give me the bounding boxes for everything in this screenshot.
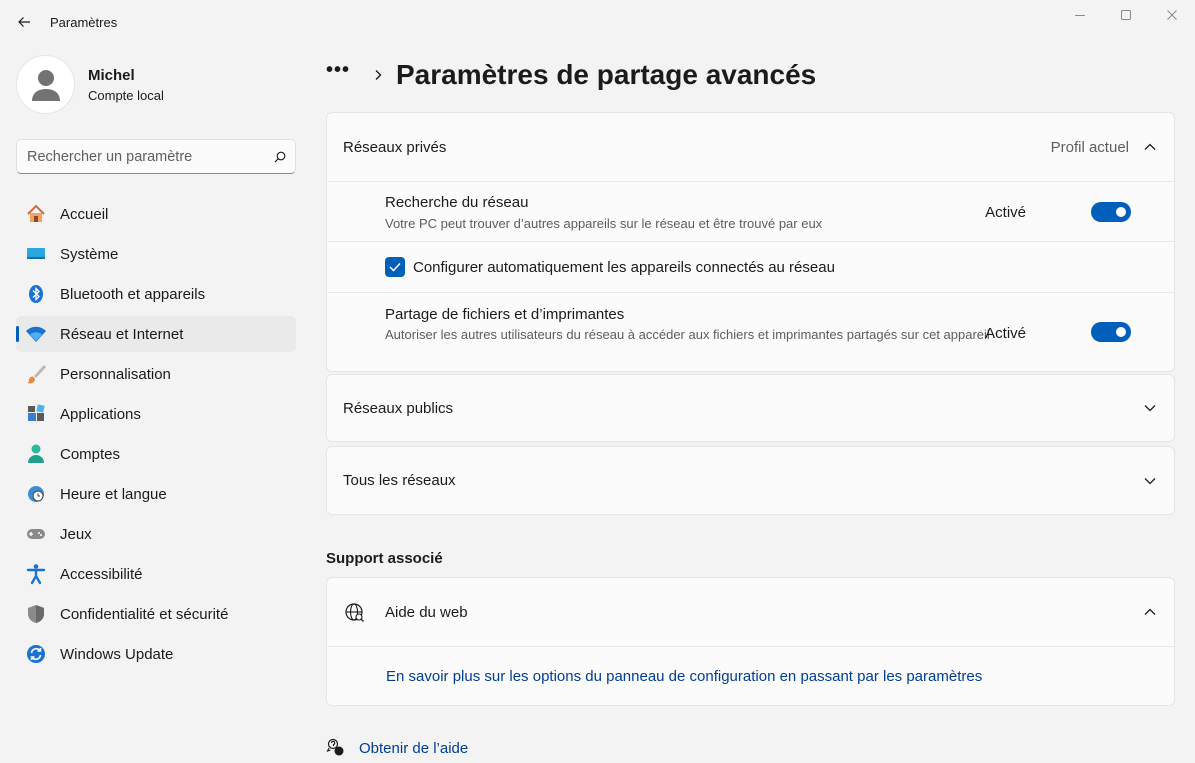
globe-icon <box>344 602 366 629</box>
auto-setup-row: Configurer automatiquement les appareils… <box>327 241 1174 292</box>
network-discovery-state: Activé <box>985 204 1026 221</box>
page-title: Paramètres de partage avancés <box>396 59 817 90</box>
sidebar-item-label: Confidentialité et sécurité <box>60 605 229 623</box>
sidebar-item-gaming[interactable]: Jeux <box>16 516 296 552</box>
file-sharing-description: Autoriser les autres utilisateurs du rés… <box>385 327 990 342</box>
private-networks-label: Réseaux privés <box>343 138 447 156</box>
avatar <box>16 55 75 114</box>
sidebar-item-label: Heure et langue <box>60 485 167 503</box>
breadcrumb: ••• Paramètres de partage avancés <box>326 56 816 94</box>
title-bar: Paramètres <box>0 0 1195 44</box>
more-button[interactable]: ••• <box>326 60 358 80</box>
network-discovery-row: Recherche du réseau Votre PC peut trouve… <box>327 181 1174 241</box>
web-help-header[interactable]: Aide du web <box>327 578 1174 646</box>
sidebar-item-label: Accessibilité <box>60 565 143 583</box>
minimize-icon <box>1075 15 1085 16</box>
shield-icon <box>25 603 47 625</box>
sidebar-item-label: Comptes <box>60 445 121 463</box>
sidebar-item-label: Bluetooth et appareils <box>60 285 206 303</box>
private-networks-header[interactable]: Réseaux privés Profil actuel <box>327 113 1174 181</box>
maximize-icon <box>1121 10 1131 20</box>
close-button[interactable] <box>1149 0 1195 30</box>
chevron-down-icon[interactable] <box>1142 473 1158 489</box>
sidebar-item-time-language[interactable]: Heure et langue <box>16 476 296 512</box>
arrow-left-icon <box>18 17 30 27</box>
wifi-icon <box>25 323 47 345</box>
sidebar-item-label: Jeux <box>60 525 92 543</box>
sidebar-item-label: Windows Update <box>60 645 174 663</box>
chevron-down-icon[interactable] <box>1142 400 1158 416</box>
sidebar-item-system[interactable]: Système <box>16 236 296 272</box>
public-networks-card[interactable]: Réseaux publics <box>326 374 1175 442</box>
brush-icon <box>25 363 47 385</box>
person-icon <box>25 443 47 465</box>
app-title: Paramètres <box>50 15 118 30</box>
apps-icon <box>25 403 47 425</box>
web-help-label: Aide du web <box>385 603 468 621</box>
sidebar-item-label: Accueil <box>60 205 109 223</box>
public-networks-label: Réseaux publics <box>343 399 454 417</box>
help-chat-icon <box>326 738 346 758</box>
get-help-link[interactable]: Obtenir de l’aide <box>326 738 468 758</box>
sidebar-item-personalization[interactable]: Personnalisation <box>16 356 296 392</box>
accessibility-icon <box>25 563 47 585</box>
auto-setup-checkbox[interactable] <box>385 257 405 277</box>
window-controls <box>1057 0 1195 30</box>
auto-setup-label: Configurer automatiquement les appareils… <box>413 259 835 276</box>
sidebar-item-label: Système <box>60 245 119 263</box>
profile-account-type: Compte local <box>88 87 164 103</box>
sidebar-nav: Accueil Système Bluetooth et appareils R… <box>16 196 296 676</box>
update-icon <box>25 643 47 665</box>
sidebar-item-accounts[interactable]: Comptes <box>16 436 296 472</box>
search-placeholder: Rechercher un paramètre <box>27 148 193 165</box>
all-networks-card[interactable]: Tous les réseaux <box>326 446 1175 515</box>
sidebar-item-bluetooth[interactable]: Bluetooth et appareils <box>16 276 296 312</box>
person-avatar-icon <box>31 69 60 101</box>
private-networks-card: Réseaux privés Profil actuel Recherche d… <box>326 112 1175 372</box>
sidebar-item-home[interactable]: Accueil <box>16 196 296 232</box>
web-help-card: Aide du web En savoir plus sur les optio… <box>326 577 1175 706</box>
sidebar-item-accessibility[interactable]: Accessibilité <box>16 556 296 592</box>
current-profile-label: Profil actuel <box>1050 138 1129 156</box>
sidebar-item-label: Applications <box>60 405 141 423</box>
get-help-label: Obtenir de l’aide <box>359 739 469 757</box>
network-discovery-description: Votre PC peut trouver d’autres appareils… <box>385 216 823 231</box>
home-icon <box>25 203 47 225</box>
web-help-content: En savoir plus sur les options du pannea… <box>327 646 1174 705</box>
sidebar-item-privacy-security[interactable]: Confidentialité et sécurité <box>16 596 296 632</box>
chevron-up-icon[interactable] <box>1142 139 1158 155</box>
search-icon[interactable] <box>265 151 295 163</box>
network-discovery-title: Recherche du réseau <box>385 194 529 211</box>
file-sharing-row: Partage de fichiers et d’imprimantes Aut… <box>327 292 1174 371</box>
sidebar-item-network[interactable]: Réseau et Internet <box>16 316 296 352</box>
clock-globe-icon <box>25 483 47 505</box>
close-icon <box>1167 10 1177 20</box>
file-sharing-state: Activé <box>985 325 1026 342</box>
chevron-up-icon[interactable] <box>1142 604 1158 620</box>
sidebar-item-label: Réseau et Internet <box>60 325 184 343</box>
checkmark-icon <box>389 262 401 272</box>
minimize-button[interactable] <box>1057 0 1103 30</box>
chevron-right-icon <box>374 69 382 81</box>
sidebar-item-apps[interactable]: Applications <box>16 396 296 432</box>
bluetooth-icon <box>25 283 47 305</box>
gamepad-icon <box>25 523 47 545</box>
network-discovery-toggle[interactable] <box>1091 202 1131 222</box>
sidebar-item-windows-update[interactable]: Windows Update <box>16 636 296 672</box>
search-input[interactable]: Rechercher un paramètre <box>16 139 296 174</box>
control-panel-options-link[interactable]: En savoir plus sur les options du pannea… <box>386 668 982 685</box>
system-icon <box>25 243 47 265</box>
user-profile[interactable]: Michel Compte local <box>16 55 164 114</box>
profile-name: Michel <box>88 66 135 84</box>
all-networks-label: Tous les réseaux <box>343 472 456 489</box>
file-sharing-title: Partage de fichiers et d’imprimantes <box>385 306 625 323</box>
back-button[interactable] <box>10 8 38 36</box>
file-sharing-toggle[interactable] <box>1091 322 1131 342</box>
related-support-heading: Support associé <box>326 550 443 567</box>
maximize-button[interactable] <box>1103 0 1149 30</box>
sidebar-item-label: Personnalisation <box>60 365 171 383</box>
